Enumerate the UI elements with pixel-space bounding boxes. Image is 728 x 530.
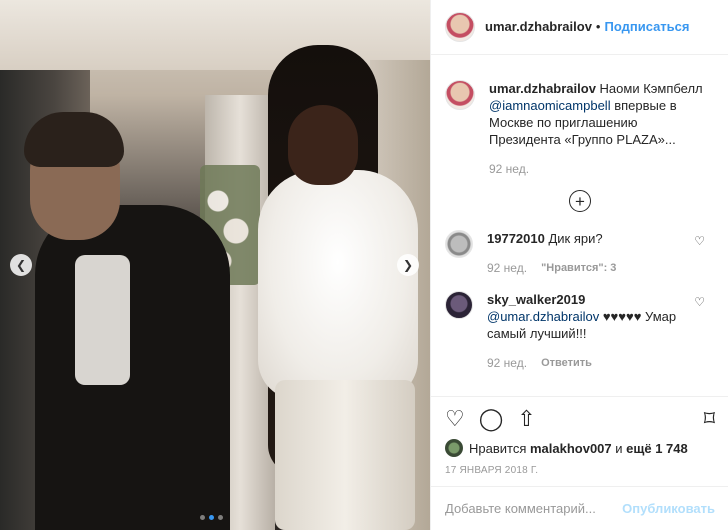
heart-icon[interactable]: ♡ <box>445 408 465 430</box>
avatar[interactable] <box>445 230 473 258</box>
likes-middle: и <box>611 440 627 456</box>
avatar[interactable] <box>445 12 475 42</box>
share-icon[interactable]: ⇧ <box>517 408 535 430</box>
bookmark-icon[interactable]: ⌑ <box>704 408 715 430</box>
add-comment-bar: Опубликовать <box>431 486 728 530</box>
comments-section[interactable]: umar.dzhabrailov Наоми Кэмпбелл @iamnaom… <box>431 56 728 396</box>
photo-man-body <box>35 205 230 530</box>
comment-text: sky_walker2019 @umar.dzhabrailov ♥♥♥♥♥ Ум… <box>487 291 687 342</box>
likes-text: Нравится malakhov007 и ещё 1 748 <box>469 441 688 456</box>
caption-username[interactable]: umar.dzhabrailov <box>489 81 596 96</box>
post-header: umar.dzhabrailov • Подписаться <box>431 0 728 55</box>
comment-time[interactable]: 92 нед. <box>487 356 527 370</box>
comment-body: Дик яри? <box>544 231 603 246</box>
comment: sky_walker2019 @umar.dzhabrailov ♥♥♥♥♥ Ум… <box>431 291 728 370</box>
caption-text: umar.dzhabrailov Наоми Кэмпбелл @iamnaom… <box>489 80 709 148</box>
caption-meta: 92 нед. <box>489 162 709 176</box>
author-username[interactable]: umar.dzhabrailov <box>485 19 592 34</box>
comment-meta: 92 нед. "Нравится": 3 <box>487 261 687 275</box>
comment-input[interactable] <box>445 501 623 516</box>
photo-woman-face <box>288 105 358 185</box>
plus-circle-icon[interactable]: + <box>569 190 591 212</box>
chevron-left-icon: ❮ <box>15 258 27 272</box>
header-separator: • <box>595 19 601 34</box>
carousel-next-button[interactable]: ❯ <box>397 254 419 276</box>
comment-username[interactable]: sky_walker2019 <box>487 292 585 307</box>
publish-button[interactable]: Опубликовать <box>622 501 715 516</box>
comment-mention[interactable]: @umar.dzhabrailov <box>487 309 599 324</box>
post-photo: ❮ ❯ <box>0 0 430 530</box>
heart-icon[interactable]: ♡ <box>694 295 705 309</box>
caption-mention[interactable]: @iamnaomicampbell <box>489 98 611 113</box>
caption-time[interactable]: 92 нед. <box>489 162 529 176</box>
carousel-dot <box>200 515 205 520</box>
comment-icon[interactable]: ◯ <box>479 408 504 430</box>
photo-woman-fur <box>258 170 418 400</box>
likes-row: Нравится malakhov007 и ещё 1 748 <box>445 439 715 457</box>
comment-like-count[interactable]: "Нравится": 3 <box>541 262 616 274</box>
comment-time[interactable]: 92 нед. <box>487 261 527 275</box>
comment-username[interactable]: 19772010 <box>487 231 545 246</box>
reply-button[interactable]: Ответить <box>541 357 592 369</box>
action-row: ♡ ◯ ⇧ ⌑ <box>445 405 715 433</box>
avatar[interactable] <box>445 80 475 110</box>
caption: umar.dzhabrailov Наоми Кэмпбелл @iamnaom… <box>431 56 728 176</box>
photo-bg-arch <box>0 0 430 70</box>
carousel-indicator <box>200 515 223 520</box>
photo-man-hair <box>24 112 124 167</box>
chevron-right-icon: ❯ <box>402 258 414 272</box>
carousel-dot <box>218 515 223 520</box>
load-more: + <box>431 190 728 212</box>
likes-more[interactable]: ещё 1 748 <box>626 441 688 456</box>
likes-user[interactable]: malakhov007 <box>530 441 612 456</box>
avatar[interactable] <box>445 291 473 319</box>
comment-meta: 92 нед. Ответить <box>487 356 687 370</box>
follow-button[interactable]: Подписаться <box>604 19 689 34</box>
comment-text: 19772010 Дик яри? <box>487 230 687 247</box>
caption-text-before: Наоми Кэмпбелл <box>595 81 703 96</box>
likes-prefix: Нравится <box>469 440 530 456</box>
heart-icon[interactable]: ♡ <box>694 234 705 248</box>
photo-man-shirt <box>75 255 130 385</box>
photo-woman-dress <box>275 380 415 530</box>
carousel-dot-active <box>209 515 214 520</box>
post-side-panel: umar.dzhabrailov • Подписаться umar.dzhabr… <box>430 0 728 530</box>
carousel-prev-button[interactable]: ❮ <box>10 254 32 276</box>
post-actions: ♡ ◯ ⇧ ⌑ Нравится malakhov007 и ещё 1 748… <box>431 396 728 476</box>
post-date[interactable]: 17 ЯНВАРЯ 2018 Г. <box>445 465 715 476</box>
comment: 19772010 Дик яри? 92 нед. "Нравится": 3 … <box>431 230 728 275</box>
avatar[interactable] <box>445 439 463 457</box>
